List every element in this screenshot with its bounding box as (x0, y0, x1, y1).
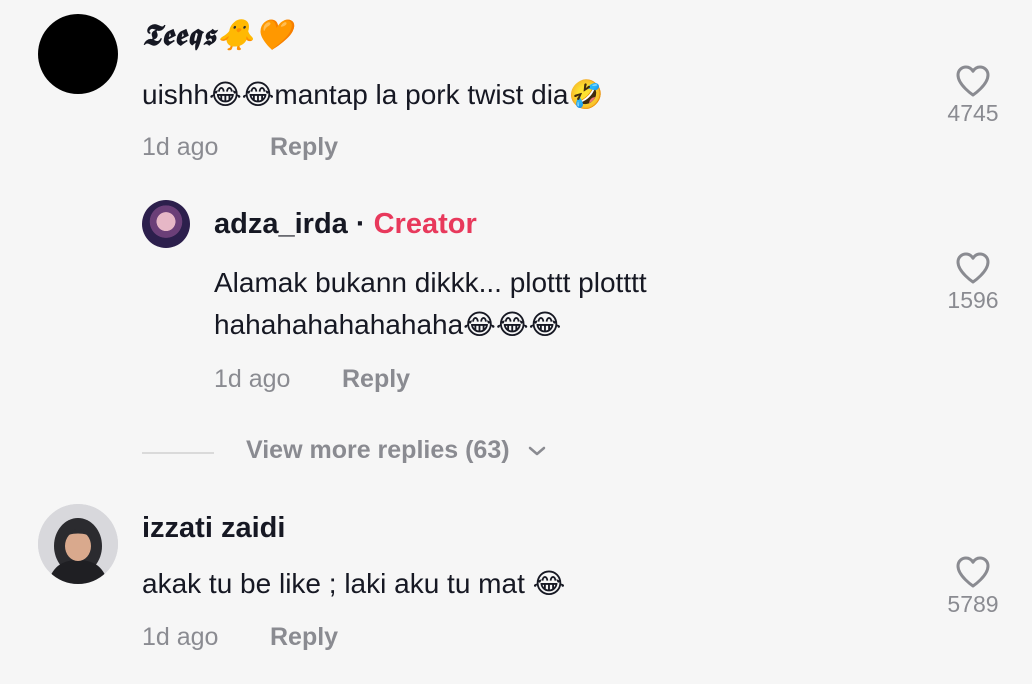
view-more-label: View more replies (63) (246, 436, 510, 464)
heart-icon (956, 556, 990, 588)
heart-icon (956, 252, 990, 284)
like-count: 4745 (947, 100, 999, 126)
reply-button[interactable]: Reply (342, 365, 410, 394)
reply-text-line2: hahahahahahahaha😂😂😂 (214, 309, 562, 340)
comment-text: akak tu be like ; laki aku tu mat 😂 (142, 568, 566, 599)
reply-button[interactable]: Reply (270, 133, 338, 162)
like-count: 1596 (947, 287, 999, 313)
divider (142, 452, 214, 454)
reply-text-line1: Alamak bukann dikkk... plottt plotttt (214, 267, 647, 298)
comment-time: 1d ago (142, 623, 219, 651)
separator-dot: · (355, 208, 366, 240)
reply-username-row: adza_irda · Creator (214, 208, 477, 241)
comment-username[interactable]: 𝕿𝖊𝖊𝖖𝖘🐥🧡 (142, 18, 293, 53)
reply-button[interactable]: Reply (270, 623, 338, 652)
like-button[interactable]: 5789 (938, 555, 1008, 618)
comment-text: uishh😂😂mantap la pork twist dia🤣 (142, 79, 604, 110)
view-more-replies-button[interactable]: View more replies (63) (246, 436, 547, 465)
reply-time: 1d ago (214, 365, 291, 393)
comment-username[interactable]: izzati zaidi (142, 512, 285, 545)
user-avatar[interactable] (38, 504, 118, 584)
chevron-down-icon (528, 447, 545, 456)
like-count: 5789 (947, 591, 999, 617)
reply-username[interactable]: adza_irda (214, 208, 348, 240)
user-avatar[interactable] (142, 200, 190, 248)
comment-time: 1d ago (142, 133, 219, 161)
like-button[interactable]: 1596 (938, 251, 1008, 314)
heart-icon (956, 65, 990, 97)
creator-badge: Creator (373, 208, 477, 240)
like-button[interactable]: 4745 (938, 64, 1008, 127)
avatar-photo-icon (38, 504, 118, 584)
user-avatar[interactable] (38, 14, 118, 94)
